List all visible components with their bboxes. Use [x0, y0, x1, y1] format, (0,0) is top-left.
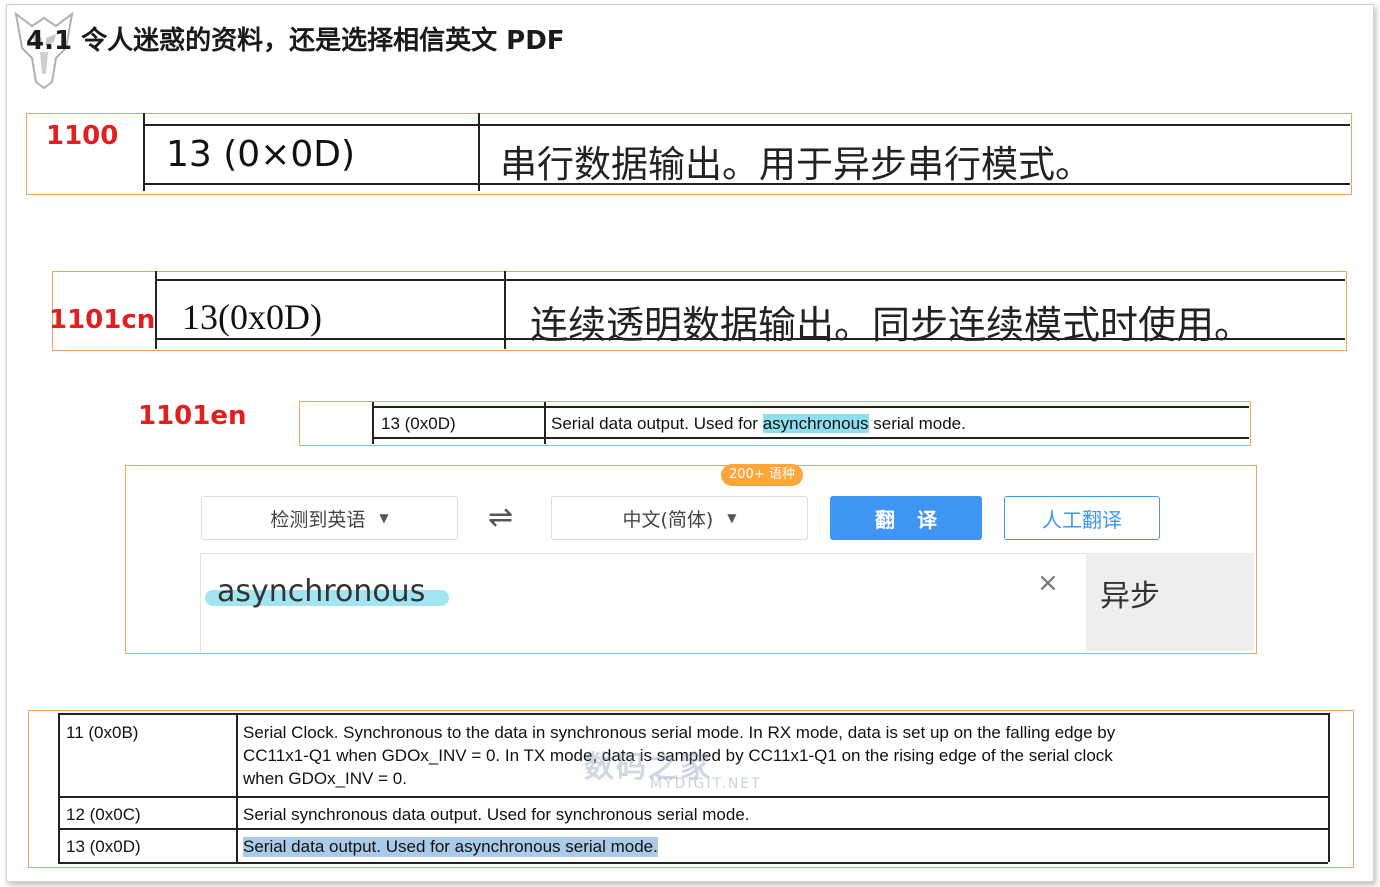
translate-button[interactable]: 翻译 [830, 496, 982, 540]
table-rule [143, 113, 145, 191]
source-language-dropdown[interactable]: 检测到英语 ▼ [201, 496, 458, 540]
table-rule [58, 796, 1328, 798]
table-rule [372, 402, 374, 444]
watermark-sub: MYDIGIT.NET [650, 776, 762, 792]
cell-description-line: when GDOx_INV = 0. [243, 769, 407, 788]
translation-result-text: 异步 [1100, 579, 1160, 614]
section-title: 4.1 令人迷惑的资料，还是选择相信英文 PDF [26, 26, 565, 56]
translation-result: 异步 [1086, 553, 1254, 651]
cell-code: 12 (0x0C) [66, 805, 141, 824]
table-rule [373, 437, 1249, 439]
table-rule [144, 124, 1350, 126]
table-rule [504, 271, 506, 349]
cell-code: 13 (0x0D) [66, 837, 141, 856]
label-1101cn: 1101cn [49, 305, 156, 335]
cell-code: 13 (0×0D) [166, 134, 356, 175]
cell-code: 13 (0x0D) [381, 414, 456, 433]
table-rule [58, 713, 1328, 715]
table-rule [58, 862, 1328, 864]
desc-text: serial mode. [868, 414, 966, 433]
close-icon[interactable]: × [1037, 568, 1059, 598]
cell-code: 11 (0x0B) [66, 723, 139, 742]
cell-description-line: Serial data output. Used for asynchronou… [243, 837, 658, 857]
human-translation-button[interactable]: 人工翻译 [1004, 496, 1160, 540]
table-rule [478, 113, 480, 191]
cell-description-line: Serial synchronous data output. Used for… [243, 805, 750, 824]
table-rule [544, 402, 546, 444]
source-text-value: asynchronous [217, 574, 426, 609]
cell-description: Serial data output. Used for asynchronou… [551, 414, 966, 434]
chevron-down-icon: ▼ [727, 511, 737, 525]
target-language-dropdown[interactable]: 中文(简体) ▼ [551, 496, 808, 540]
label-1101en: 1101en [138, 401, 247, 431]
cell-description-line: Serial Clock. Synchronous to the data in… [243, 723, 1116, 742]
chevron-down-icon: ▼ [379, 511, 389, 525]
cell-description: 串行数据输出。用于异步串行模式。 [500, 143, 1092, 186]
table-rule [236, 713, 238, 862]
table-rule [58, 828, 1328, 830]
table-rule [155, 271, 157, 349]
table-rule [373, 406, 1249, 408]
table-rule [1328, 713, 1330, 862]
languages-badge: 200+ 语种 [721, 464, 803, 486]
table-rule [58, 713, 60, 862]
desc-text: Serial data output. Used for [551, 414, 763, 433]
swap-languages-icon[interactable]: ⇌ [488, 500, 513, 535]
cell-code: 13(0x0D) [182, 297, 322, 337]
target-language-label: 中文(简体) [622, 508, 714, 531]
cell-description: 连续透明数据输出。同步连续模式时使用。 [530, 303, 1253, 347]
highlighted-word: asynchronous [762, 414, 869, 433]
source-text-input[interactable]: asynchronous × [200, 553, 1087, 652]
table-rule [156, 279, 1345, 281]
source-language-label: 检测到英语 [270, 508, 366, 531]
